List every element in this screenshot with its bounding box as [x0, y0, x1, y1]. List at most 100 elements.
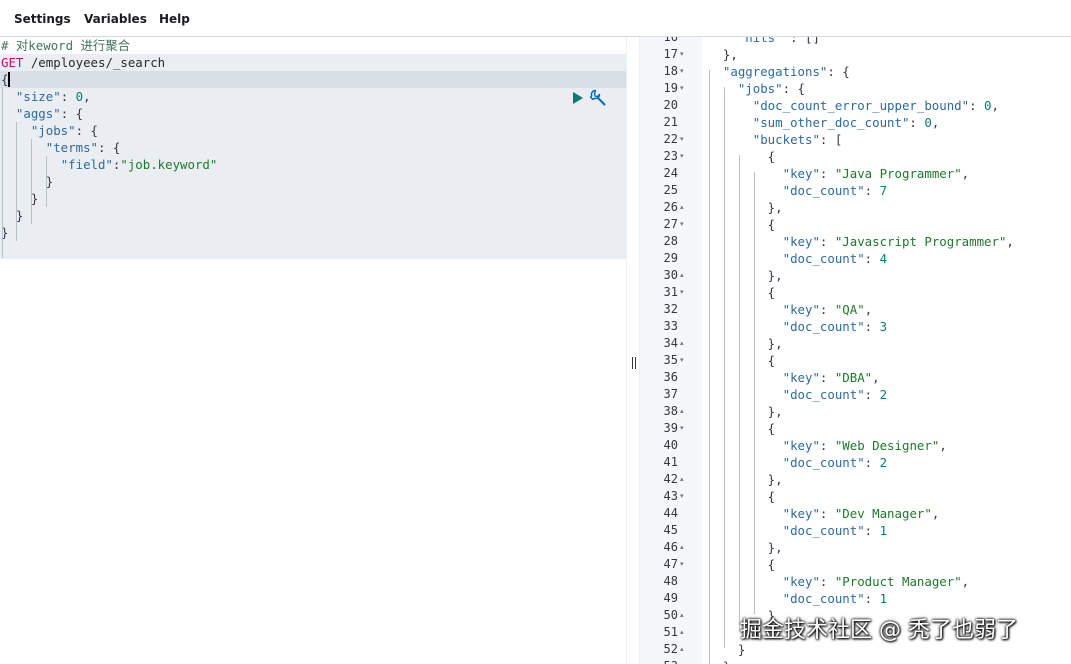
fold-open-icon[interactable]: ▾: [680, 148, 688, 165]
fold-open-icon[interactable]: ▾: [680, 556, 688, 573]
request-line[interactable]: "terms": {: [1, 139, 121, 156]
code-token: "aggs": [15, 106, 61, 121]
line-number: 42: [663, 472, 678, 486]
menu-help[interactable]: Help: [159, 12, 190, 26]
fold-open-icon[interactable]: ▾: [680, 216, 688, 233]
code-token: # 对keword 进行聚合: [1, 38, 131, 53]
code-token: ,: [83, 89, 91, 104]
line-number: 25: [663, 183, 678, 197]
line-number: 37: [663, 387, 678, 401]
menu-variables[interactable]: Variables: [84, 12, 147, 26]
line-number: 26: [663, 200, 678, 214]
response-panel[interactable]: 16 "hits" : [] 17 ▾ }, 18 ▾ "aggregations": …: [640, 37, 1071, 664]
response-line: "doc_count": 7: [708, 182, 887, 199]
top-menu-bar: Settings Variables Help: [0, 0, 1071, 37]
fold-close-icon[interactable]: ▴: [680, 267, 688, 284]
code-token: :: [819, 302, 835, 317]
fold-close-icon[interactable]: ▴: [680, 335, 688, 352]
code-token: "jobs": [30, 123, 76, 138]
fold-open-icon[interactable]: ▾: [680, 488, 688, 505]
fold-open-icon[interactable]: ▾: [680, 80, 688, 97]
play-icon[interactable]: [571, 91, 585, 105]
code-token: ,: [961, 574, 970, 589]
code-token: :: [819, 438, 835, 453]
code-token: "key": [782, 438, 820, 453]
fold-open-icon[interactable]: ▾: [680, 284, 688, 301]
line-number: 19: [663, 81, 678, 95]
line-number: 41: [663, 455, 678, 469]
code-token: },: [708, 268, 783, 283]
line-number: 35: [663, 353, 678, 367]
fold-open-icon[interactable]: ▾: [680, 420, 688, 437]
request-line[interactable]: }: [1, 190, 38, 207]
response-line: "hits" : []: [708, 37, 820, 46]
fold-close-icon[interactable]: ▴: [680, 658, 688, 664]
code-token: "key": [782, 574, 820, 589]
code-token: "doc_count": [782, 591, 865, 606]
fold-close-icon[interactable]: ▴: [680, 641, 688, 658]
fold-close-icon[interactable]: ▴: [680, 539, 688, 556]
response-line: },: [708, 539, 783, 556]
code-token: "Product Manager": [834, 574, 962, 589]
line-number: 52: [663, 642, 678, 656]
code-token: ,: [931, 115, 940, 130]
line-number: 38: [663, 404, 678, 418]
code-token: ,: [872, 370, 880, 385]
fold-open-icon[interactable]: ▾: [680, 131, 688, 148]
line-number: 39: [663, 421, 678, 435]
request-line[interactable]: GET /employees/_search: [1, 54, 165, 71]
line-number: 49: [663, 591, 678, 605]
wrench-icon[interactable]: [589, 89, 607, 107]
fold-close-icon[interactable]: ▴: [680, 624, 688, 641]
line-number: 50: [663, 608, 678, 622]
code-token: :: [819, 234, 835, 249]
fold-close-icon[interactable]: ▴: [680, 199, 688, 216]
fold-open-icon[interactable]: ▾: [680, 63, 688, 80]
code-token: 0: [75, 89, 84, 104]
line-number: 24: [663, 166, 678, 180]
text-cursor: [8, 72, 10, 87]
request-line[interactable]: "field":"job.keyword": [1, 156, 218, 173]
fold-close-icon[interactable]: ▴: [680, 471, 688, 488]
request-line[interactable]: # 对keword 进行聚合: [1, 37, 130, 54]
code-token: :: [864, 183, 880, 198]
request-line[interactable]: "size": 0,: [1, 88, 91, 105]
code-token: :: [819, 370, 835, 385]
fold-open-icon[interactable]: ▾: [680, 352, 688, 369]
response-line: "doc_count": 2: [708, 454, 887, 471]
line-number: 32: [663, 302, 678, 316]
code-token: ,: [1006, 234, 1014, 249]
request-line[interactable]: "aggs": {: [1, 105, 83, 122]
code-token: ,: [991, 98, 999, 113]
response-line: "sum_other_doc_count": 0,: [708, 114, 940, 131]
panel-resize-handle[interactable]: [626, 37, 640, 664]
fold-close-icon[interactable]: ▴: [680, 403, 688, 420]
response-line: },: [708, 267, 783, 284]
menu-settings[interactable]: Settings: [14, 12, 71, 26]
request-line[interactable]: }: [1, 207, 23, 224]
line-number: 29: [663, 251, 678, 265]
request-editor[interactable]: # 对keword 进行聚合 GET /employees/_search{ "s…: [0, 37, 626, 664]
code-token: : {: [827, 64, 850, 79]
code-token: },: [708, 540, 783, 555]
fold-close-icon[interactable]: ▴: [680, 607, 688, 624]
code-token: "aggregations": [722, 64, 828, 79]
line-number: 51: [663, 625, 678, 639]
line-number: 48: [663, 574, 678, 588]
response-line: "key": "DBA",: [708, 369, 880, 386]
code-token: 7: [879, 183, 888, 198]
line-number: 16: [663, 37, 678, 44]
response-line: {: [708, 352, 775, 369]
fold-open-icon[interactable]: ▾: [680, 46, 688, 63]
line-number: 17: [663, 47, 678, 61]
code-token: "hits": [737, 37, 783, 45]
response-line: },: [708, 471, 783, 488]
code-token: :: [864, 523, 880, 538]
